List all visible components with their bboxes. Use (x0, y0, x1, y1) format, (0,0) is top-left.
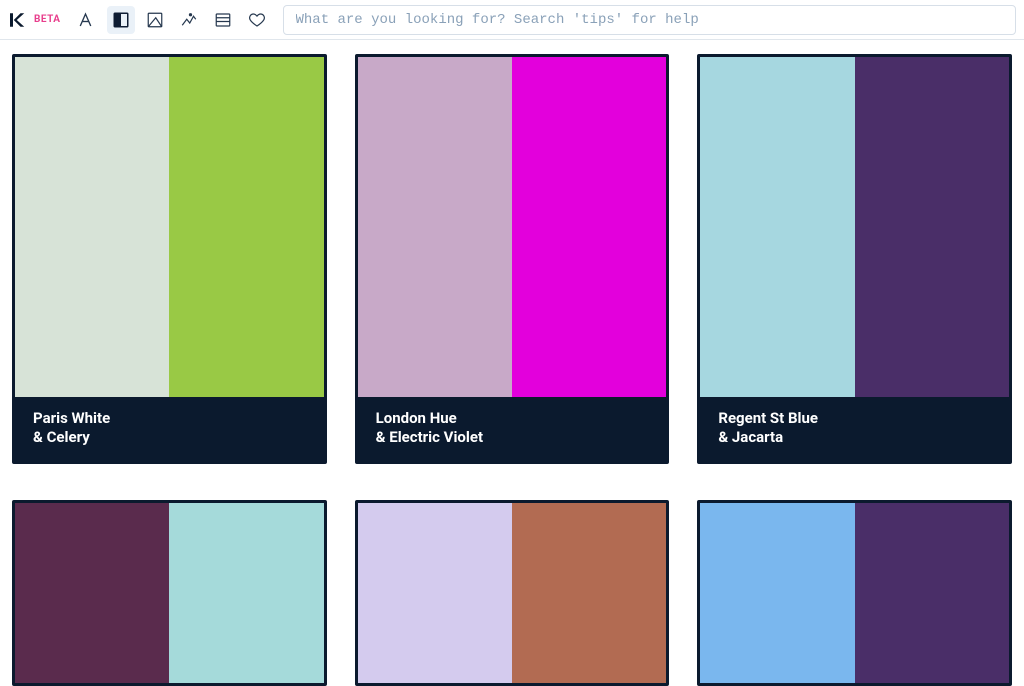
palette-caption: Paris White & Celery (15, 397, 324, 461)
palette-card[interactable] (355, 500, 670, 686)
swatch-pair (15, 503, 324, 683)
swatch-right (512, 57, 666, 397)
swatch-right (169, 57, 323, 397)
beta-badge: BETA (34, 14, 61, 25)
swatch-left (358, 57, 512, 397)
poster-tool-icon[interactable] (141, 6, 169, 34)
color-name-line2: & Celery (33, 428, 306, 447)
color-name-line1: London Hue (376, 409, 649, 428)
search-field[interactable] (283, 5, 1017, 35)
swatch-right (169, 503, 323, 683)
swatch-left (700, 57, 854, 397)
color-name-line2: & Electric Violet (376, 428, 649, 447)
swatch-left (700, 503, 854, 683)
swatch-left (358, 503, 512, 683)
search-input[interactable] (283, 5, 1017, 35)
color-name-line1: Paris White (33, 409, 306, 428)
palette-card[interactable]: Regent St Blue & Jacarta (697, 54, 1012, 464)
swatch-pair (15, 57, 324, 397)
palette-caption: Regent St Blue & Jacarta (700, 397, 1009, 461)
typography-tool-icon[interactable] (73, 6, 101, 34)
list-tool-icon[interactable] (209, 6, 237, 34)
app-logo[interactable] (6, 10, 26, 30)
swatch-pair (358, 57, 667, 397)
swatch-pair (358, 503, 667, 683)
swatch-right (512, 503, 666, 683)
swatch-pair (700, 503, 1009, 683)
favorites-icon[interactable] (243, 6, 271, 34)
color-pairs-tool-icon[interactable] (107, 6, 135, 34)
palette-card[interactable] (12, 500, 327, 686)
swatch-right (855, 503, 1009, 683)
top-bar: BETA (0, 0, 1024, 40)
palette-card[interactable]: London Hue & Electric Violet (355, 54, 670, 464)
data-viz-tool-icon[interactable] (175, 6, 203, 34)
swatch-left (15, 57, 169, 397)
palette-card[interactable]: Paris White & Celery (12, 54, 327, 464)
swatch-right (855, 57, 1009, 397)
palette-grid: Paris White & Celery London Hue & Electr… (0, 40, 1024, 686)
swatch-pair (700, 57, 1009, 397)
color-name-line2: & Jacarta (718, 428, 991, 447)
swatch-left (15, 503, 169, 683)
color-name-line1: Regent St Blue (718, 409, 991, 428)
palette-card[interactable] (697, 500, 1012, 686)
palette-caption: London Hue & Electric Violet (358, 397, 667, 461)
